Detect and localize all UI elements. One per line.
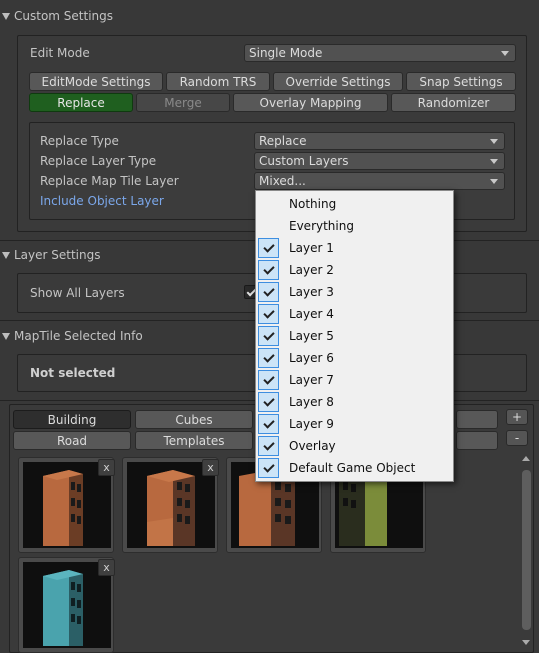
- foldout-arrow-icon[interactable]: [2, 252, 10, 259]
- replace-button[interactable]: Replace: [29, 93, 133, 112]
- show-all-layers-label: Show All Layers: [30, 286, 125, 300]
- popup-item-layer-1[interactable]: Layer 1: [256, 237, 453, 259]
- popup-item-label: Layer 2: [289, 263, 334, 277]
- scroll-down-icon[interactable]: [522, 640, 530, 645]
- check-icon: [258, 238, 279, 258]
- chevron-down-icon: [501, 51, 509, 56]
- tile-item[interactable]: x: [18, 457, 115, 553]
- palette-tab-building[interactable]: Building: [13, 410, 131, 429]
- remove-tile-button[interactable]: x: [98, 559, 115, 576]
- replace-map-tile-layer-label: Replace Map Tile Layer: [40, 174, 179, 188]
- chevron-down-icon: [490, 159, 498, 164]
- popup-item-label: Layer 4: [289, 307, 334, 321]
- popup-item-label: Layer 8: [289, 395, 334, 409]
- override-settings-button[interactable]: Override Settings: [273, 72, 403, 91]
- popup-item-label: Layer 1: [289, 241, 334, 255]
- dropdown-value: Single Mode: [249, 46, 323, 60]
- replace-type-dropdown[interactable]: Replace: [254, 132, 505, 150]
- popup-item-layer-8[interactable]: Layer 8: [256, 391, 453, 413]
- dropdown-value: Mixed...: [259, 174, 306, 188]
- replace-map-tile-layer-dropdown[interactable]: Mixed...: [254, 172, 505, 190]
- popup-item-label: Default Game Object: [289, 461, 416, 475]
- palette-scrollbar[interactable]: [522, 456, 531, 648]
- tile-item[interactable]: x: [122, 457, 219, 553]
- foldout-arrow-icon[interactable]: [2, 13, 10, 20]
- replace-layer-type-label: Replace Layer Type: [40, 154, 157, 168]
- popup-item-layer-9[interactable]: Layer 9: [256, 413, 453, 435]
- chevron-down-icon: [490, 139, 498, 144]
- section-title: MapTile Selected Info: [14, 329, 143, 343]
- popup-item-label: Nothing: [289, 197, 337, 211]
- popup-item-nothing[interactable]: Nothing: [256, 193, 453, 215]
- replace-type-label: Replace Type: [40, 134, 119, 148]
- popup-item-label: Layer 5: [289, 329, 334, 343]
- popup-item-label: Overlay: [289, 439, 336, 453]
- check-icon: [258, 326, 279, 346]
- palette-tab-templates[interactable]: Templates: [135, 431, 253, 450]
- merge-button[interactable]: Merge: [136, 93, 230, 112]
- popup-item-label: Layer 9: [289, 417, 334, 431]
- popup-item-overlay[interactable]: Overlay: [256, 435, 453, 457]
- replace-layer-type-dropdown[interactable]: Custom Layers: [254, 152, 505, 170]
- section-title: Layer Settings: [14, 248, 101, 262]
- popup-item-layer-4[interactable]: Layer 4: [256, 303, 453, 325]
- palette-tab-cubes[interactable]: Cubes: [135, 410, 253, 429]
- tile-item[interactable]: x: [18, 557, 115, 653]
- popup-item-label: Layer 6: [289, 351, 334, 365]
- dropdown-value: Custom Layers: [259, 154, 349, 168]
- check-icon: [258, 414, 279, 434]
- check-icon: [258, 436, 279, 456]
- popup-item-layer-5[interactable]: Layer 5: [256, 325, 453, 347]
- check-icon: [258, 348, 279, 368]
- overlay-mapping-button[interactable]: Overlay Mapping: [233, 93, 388, 112]
- scroll-up-icon[interactable]: [522, 456, 530, 461]
- popup-item-layer-6[interactable]: Layer 6: [256, 347, 453, 369]
- palette-tab-road[interactable]: Road: [13, 431, 131, 450]
- popup-item-layer-3[interactable]: Layer 3: [256, 281, 453, 303]
- check-icon: [258, 370, 279, 390]
- check-icon: [258, 458, 279, 478]
- snap-settings-button[interactable]: Snap Settings: [406, 72, 516, 91]
- chevron-down-icon: [490, 179, 498, 184]
- randomizer-button[interactable]: Randomizer: [391, 93, 516, 112]
- remove-palette-button[interactable]: -: [506, 430, 528, 446]
- include-object-layer-label[interactable]: Include Object Layer: [40, 194, 164, 208]
- scroll-thumb[interactable]: [522, 470, 531, 630]
- selection-status: Not selected: [30, 366, 116, 380]
- popup-item-default-game-object[interactable]: Default Game Object: [256, 457, 453, 479]
- edit-mode-label: Edit Mode: [30, 46, 90, 60]
- check-icon: [258, 304, 279, 324]
- popup-item-layer-7[interactable]: Layer 7: [256, 369, 453, 391]
- remove-tile-button[interactable]: x: [98, 459, 115, 476]
- popup-item-label: Layer 3: [289, 285, 334, 299]
- foldout-arrow-icon[interactable]: [2, 333, 10, 340]
- add-palette-button[interactable]: +: [506, 409, 528, 425]
- popup-item-layer-2[interactable]: Layer 2: [256, 259, 453, 281]
- edit-mode-dropdown[interactable]: Single Mode: [244, 44, 516, 62]
- popup-item-label: Layer 7: [289, 373, 334, 387]
- dropdown-value: Replace: [259, 134, 307, 148]
- section-title: Custom Settings: [14, 9, 114, 23]
- check-icon: [258, 392, 279, 412]
- check-icon: [258, 260, 279, 280]
- remove-tile-button[interactable]: x: [202, 459, 219, 476]
- popup-item-everything[interactable]: Everything: [256, 215, 453, 237]
- editmode-settings-button[interactable]: EditMode Settings: [29, 72, 163, 91]
- popup-item-label: Everything: [289, 219, 354, 233]
- custom-settings-header[interactable]: Custom Settings: [0, 5, 539, 27]
- random-trs-button[interactable]: Random TRS: [166, 72, 270, 91]
- palette-tab-hidden-2[interactable]: [456, 431, 498, 450]
- layer-mask-popup: Nothing Everything Layer 1 Layer 2 Layer…: [255, 190, 454, 482]
- check-icon: [258, 282, 279, 302]
- palette-tab-hidden-1[interactable]: [456, 410, 498, 429]
